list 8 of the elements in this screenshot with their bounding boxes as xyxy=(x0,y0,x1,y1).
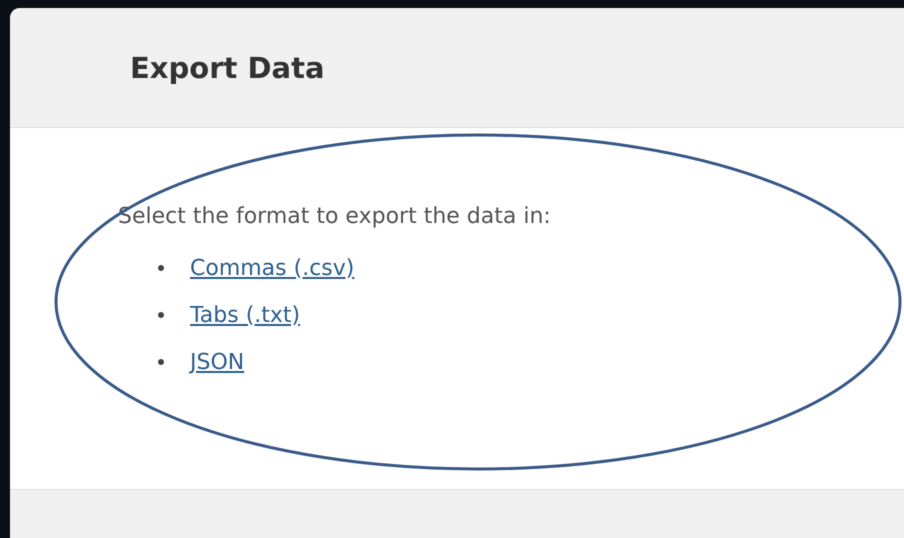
bullet-icon xyxy=(158,359,164,365)
dialog-title: Export Data xyxy=(130,50,325,84)
format-link[interactable]: Commas (.csv) xyxy=(190,256,354,280)
bullet-icon xyxy=(158,265,164,271)
bullet-icon xyxy=(158,312,164,318)
format-link[interactable]: Tabs (.txt) xyxy=(190,302,300,328)
prompt-text: Select the format to export the data in: xyxy=(118,204,552,229)
format-link[interactable]: JSON xyxy=(190,350,244,374)
